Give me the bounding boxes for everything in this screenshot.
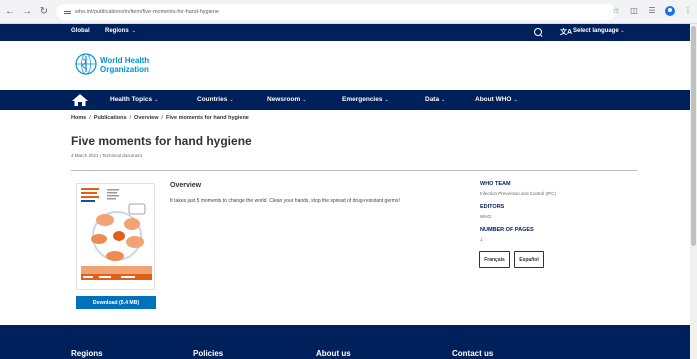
main-navigation: Health Topics ⌄ Countries ⌄ Newsroom ⌄ Emer…	[0, 90, 690, 110]
editors-heading: EDITORS	[480, 204, 505, 210]
publication-cover-image[interactable]	[76, 183, 155, 290]
logo-line-2: Organization	[100, 65, 149, 74]
sidebar-icon[interactable]: ☰	[647, 5, 657, 17]
logo-area: World Health Organization	[0, 41, 690, 90]
site-info-icon[interactable]	[64, 10, 71, 15]
nav-emergencies[interactable]: Emergencies ⌄	[342, 96, 389, 103]
who-logo-text[interactable]: World Health Organization	[100, 56, 180, 74]
nav-data-label: Data	[425, 96, 440, 103]
menu-icon[interactable]: ⋮	[683, 5, 693, 17]
nav-about-who[interactable]: About WHO ⌄	[475, 96, 518, 103]
nav-countries-label: Countries	[197, 96, 228, 103]
overview-text: It takes just 5 moments to change the wo…	[170, 198, 400, 204]
chevron-down-icon: ⌄	[441, 97, 446, 103]
breadcrumb-home[interactable]: Home	[71, 115, 86, 121]
footer-contact-heading: Contact us	[452, 349, 494, 358]
chevron-down-icon: ⌄	[302, 97, 307, 103]
translate-icon[interactable]: 文A	[560, 27, 572, 37]
editors-value: WHO	[480, 214, 491, 219]
who-emblem-icon[interactable]	[75, 53, 97, 75]
publication-meta: 4 March 2021 | Technical document	[71, 153, 142, 158]
breadcrumb-separator: /	[89, 115, 91, 121]
regions-dropdown[interactable]: Regions ⌄	[105, 28, 136, 34]
chevron-down-icon: ⌄	[154, 97, 159, 103]
page-title: Five moments for hand hygiene	[71, 134, 252, 148]
address-bar[interactable]: who.int/publications/m/item/five-moments…	[56, 4, 616, 20]
profile-icon[interactable]	[665, 6, 675, 16]
breadcrumb: Home / Publications / Overview / Five moments …	[71, 115, 249, 121]
language-selector[interactable]: Select language ⌄	[573, 28, 625, 34]
footer-regions-heading: Regions	[71, 349, 103, 358]
cover-illustration	[77, 184, 154, 289]
browser-toolbar: ← → ↻ who.int/publications/m/item/five-m…	[0, 0, 697, 24]
nav-health-topics[interactable]: Health Topics ⌄	[110, 96, 158, 103]
footer: Regions Policies About us Contact us	[0, 325, 690, 359]
footer-about-heading: About us	[316, 349, 351, 358]
logo-line-1: World Health	[100, 56, 150, 65]
page-scrollbar[interactable]	[690, 24, 697, 359]
overview-heading: Overview	[170, 182, 202, 189]
breadcrumb-publications[interactable]: Publications	[94, 115, 127, 121]
chevron-down-icon: ⌄	[513, 97, 518, 103]
chevron-down-icon: ⌄	[131, 28, 136, 34]
download-button[interactable]: Download (5.4 MB)	[76, 296, 156, 309]
url-text: who.int/publications/m/item/five-moments…	[75, 9, 219, 15]
extensions-icon[interactable]: ◫	[629, 5, 639, 17]
who-team-value[interactable]: Infection Prevention and Control (IPC)	[480, 191, 556, 196]
global-link[interactable]: Global	[71, 28, 90, 34]
nav-data[interactable]: Data ⌄	[425, 96, 445, 103]
number-of-pages-heading: NUMBER OF PAGES	[480, 227, 534, 233]
chevron-down-icon: ⌄	[229, 97, 234, 103]
star-icon[interactable]: ☆	[611, 5, 621, 17]
nav-newsroom[interactable]: Newsroom ⌄	[267, 96, 306, 103]
nav-countries[interactable]: Countries ⌄	[197, 96, 234, 103]
back-icon[interactable]: ←	[3, 5, 17, 19]
nav-about-who-label: About WHO	[475, 96, 512, 103]
scrollbar-thumb[interactable]	[691, 26, 696, 246]
home-icon[interactable]	[72, 94, 88, 106]
nav-emergencies-label: Emergencies	[342, 96, 383, 103]
breadcrumb-separator: /	[161, 115, 164, 121]
forward-icon[interactable]: →	[20, 5, 34, 19]
language-spanish-button[interactable]: Español	[514, 251, 544, 268]
chevron-down-icon: ⌄	[384, 97, 389, 103]
search-icon[interactable]	[534, 28, 543, 37]
nav-health-topics-label: Health Topics	[110, 96, 153, 103]
number-of-pages-value: 1	[480, 237, 483, 242]
language-selector-label: Select language	[573, 28, 619, 34]
nav-newsroom-label: Newsroom	[267, 96, 301, 103]
regions-label: Regions	[105, 28, 129, 34]
footer-policies-heading: Policies	[193, 349, 224, 358]
breadcrumb-overview[interactable]: Overview	[134, 115, 158, 121]
breadcrumb-separator: /	[129, 115, 132, 121]
top-utility-bar: Global Regions ⌄ 文A Select language ⌄	[0, 24, 690, 41]
reload-icon[interactable]: ↻	[37, 5, 51, 19]
who-team-heading: WHO TEAM	[480, 181, 511, 187]
language-french-button[interactable]: Français	[479, 251, 510, 268]
divider	[71, 170, 637, 171]
chevron-down-icon: ⌄	[620, 28, 625, 34]
breadcrumb-current: Five moments for hand hygiene	[166, 115, 249, 121]
